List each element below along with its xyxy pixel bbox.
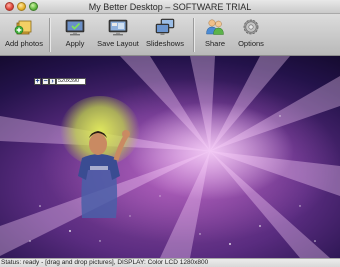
aurora-wallpaper <box>0 56 340 258</box>
apply-button[interactable]: Apply <box>58 16 92 54</box>
options-label: Options <box>238 39 264 48</box>
slideshows-label: Slideshows <box>146 39 184 48</box>
options-icon <box>243 19 259 35</box>
photo-size-field[interactable]: 520x390 <box>56 78 86 85</box>
status-bar: Status: ready - [drag and drop pictures]… <box>0 258 340 267</box>
next-arrow-icon[interactable]: › <box>49 78 56 85</box>
title-bar[interactable]: My Better Desktop – SOFTWARE TRIAL <box>0 0 340 14</box>
add-photos-button[interactable]: Add photos <box>3 16 45 54</box>
slideshows-icon <box>155 18 175 35</box>
slideshows-button[interactable]: Slideshows <box>143 16 187 54</box>
options-button[interactable]: Options <box>235 16 267 54</box>
toolbar-separator <box>193 18 194 52</box>
save-layout-icon <box>108 19 128 36</box>
share-label: Share <box>204 39 225 48</box>
status-text: Status: ready - [drag and drop pictures]… <box>1 259 209 266</box>
share-icon <box>206 19 224 35</box>
save-layout-label: Save Layout <box>97 39 139 48</box>
photo-person[interactable] <box>64 106 134 221</box>
add-photos-label: Add photos <box>5 39 43 48</box>
window-title: My Better Desktop – SOFTWARE TRIAL <box>88 2 252 12</box>
save-layout-button[interactable]: Save Layout <box>97 16 139 54</box>
zoom-in-icon[interactable]: + <box>34 78 41 85</box>
apply-icon <box>65 19 85 36</box>
add-photos-icon <box>14 20 32 35</box>
apply-label: Apply <box>65 39 85 48</box>
toolbar: Add photos Apply Save Layout Slideshows … <box>0 14 340 56</box>
desktop-canvas[interactable]: + − › 520x390 <box>0 56 340 258</box>
app-window: My Better Desktop – SOFTWARE TRIAL Add p… <box>0 0 340 267</box>
zoom-out-icon[interactable]: − <box>42 78 49 85</box>
toolbar-separator <box>49 18 50 52</box>
share-button[interactable]: Share <box>200 16 230 54</box>
